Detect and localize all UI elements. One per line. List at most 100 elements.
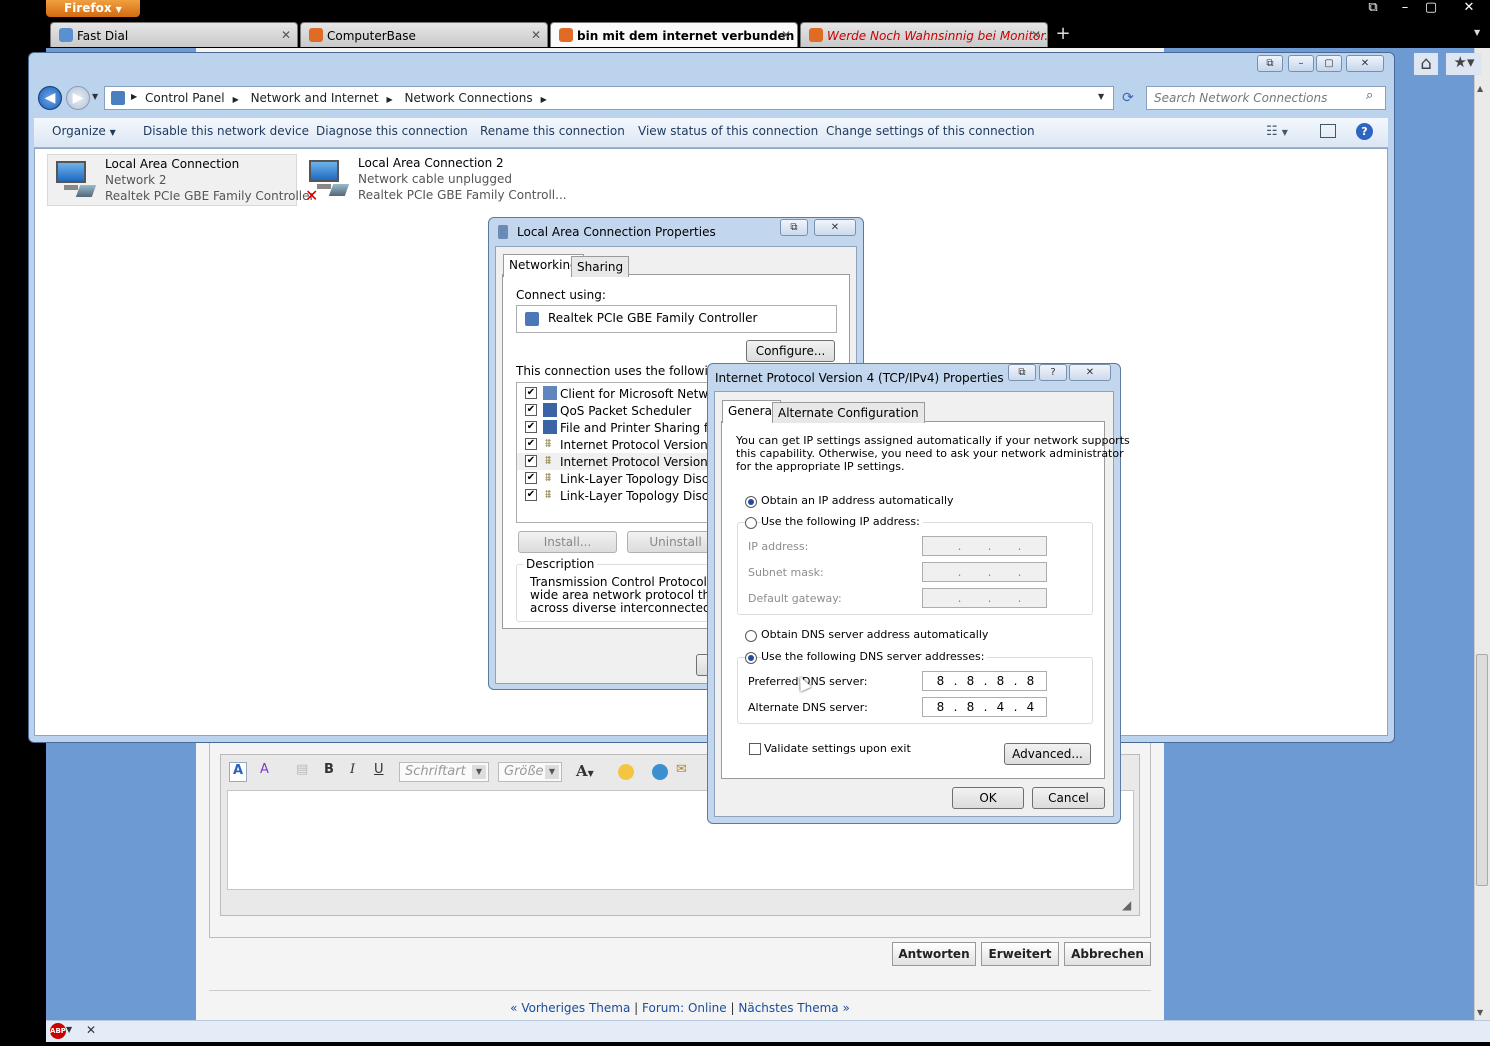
help-icon[interactable]: ? bbox=[1356, 123, 1373, 140]
item-checkbox[interactable]: ✔ bbox=[525, 455, 537, 467]
smiley-icon[interactable] bbox=[618, 764, 634, 780]
reply-button[interactable]: Antworten bbox=[892, 942, 976, 966]
close-tab-icon[interactable]: ✕ bbox=[781, 28, 791, 42]
forum-link[interactable]: Forum: Online bbox=[642, 1001, 727, 1015]
change-view-icon[interactable]: ☷ ▼ bbox=[1266, 124, 1288, 139]
obtain-dns-auto-label[interactable]: Obtain DNS server address automatically bbox=[761, 628, 988, 641]
breadcrumb-network-connections[interactable]: Network Connections bbox=[405, 91, 533, 105]
configure-button[interactable]: Configure... bbox=[746, 340, 835, 362]
change-settings-button[interactable]: Change settings of this connection bbox=[826, 124, 1035, 138]
bold-button[interactable]: B bbox=[324, 762, 334, 782]
breadcrumb-network-internet[interactable]: Network and Internet bbox=[251, 91, 379, 105]
use-following-ip-radio[interactable] bbox=[745, 517, 757, 529]
tab-sharing[interactable]: Sharing bbox=[571, 256, 630, 277]
diagnose-button[interactable]: Diagnose this connection bbox=[316, 124, 468, 138]
new-tab-button[interactable]: + bbox=[1050, 22, 1076, 47]
tab-fast-dial[interactable]: Fast Dial ✕ bbox=[50, 22, 298, 47]
ip-address-field[interactable]: ... bbox=[922, 536, 1047, 556]
scrollbar-thumb[interactable] bbox=[1476, 654, 1488, 886]
close-button[interactable]: ✕ bbox=[814, 219, 856, 236]
resize-handle-icon[interactable]: ◢ bbox=[1122, 898, 1131, 912]
validate-checkbox[interactable] bbox=[749, 743, 761, 755]
maximize-button[interactable]: ▢ bbox=[1316, 55, 1342, 72]
font-select[interactable]: Schriftart ▼ bbox=[399, 762, 489, 782]
next-thread-link[interactable]: Nächstes Thema » bbox=[738, 1001, 849, 1015]
item-checkbox[interactable]: ✔ bbox=[525, 404, 537, 416]
advanced-button[interactable]: Advanced... bbox=[1004, 743, 1091, 765]
advanced-reply-button[interactable]: Erweitert bbox=[981, 942, 1059, 966]
close-tab-icon[interactable]: ✕ bbox=[1031, 28, 1041, 42]
preview-pane-icon[interactable] bbox=[1320, 124, 1336, 138]
install-button[interactable]: Install... bbox=[518, 531, 617, 553]
use-following-dns-label[interactable]: Use the following DNS server addresses: bbox=[761, 650, 988, 663]
organize-menu[interactable]: Organize ▼ bbox=[52, 124, 116, 138]
close-button[interactable]: ✕ bbox=[1069, 364, 1111, 381]
subnet-mask-field[interactable]: ... bbox=[922, 562, 1047, 582]
home-icon[interactable]: ⌂ bbox=[1414, 53, 1438, 75]
close-window-button[interactable]: ✕ bbox=[1456, 0, 1482, 17]
tab-list-icon[interactable]: ▼ bbox=[1474, 28, 1480, 37]
recent-pages-icon[interactable]: ▼ bbox=[92, 92, 98, 101]
tab-monitor-thread[interactable]: Werde Noch Wahnsinnig bei Monitor... ✕ bbox=[800, 22, 1048, 47]
maximize-button[interactable]: ▢ bbox=[1418, 0, 1444, 17]
underline-button[interactable]: U bbox=[374, 762, 384, 782]
connection-item-lan1[interactable]: Local Area Connection Network 2 Realtek … bbox=[47, 154, 314, 206]
minimize-button[interactable]: – bbox=[1288, 55, 1314, 72]
help-icon[interactable]: ? bbox=[1039, 364, 1067, 381]
disable-device-button[interactable]: Disable this network device bbox=[143, 124, 309, 138]
ok-button[interactable]: OK bbox=[952, 787, 1024, 809]
search-icon[interactable]: ⌕ bbox=[1366, 88, 1373, 103]
item-checkbox[interactable]: ✔ bbox=[525, 472, 537, 484]
cancel-button[interactable]: Cancel bbox=[1032, 787, 1105, 809]
tab-active-thread[interactable]: bin mit dem internet verbunden ab...✕ bbox=[550, 22, 798, 47]
connection-item-lan2[interactable]: Local Area Connection 2 Network cable un… bbox=[301, 154, 567, 206]
prev-thread-link[interactable]: « Vorheriges Thema bbox=[510, 1001, 630, 1015]
item-checkbox[interactable]: ✔ bbox=[525, 438, 537, 450]
obtain-ip-auto-radio[interactable] bbox=[745, 496, 757, 508]
restore-icon[interactable]: ⧉ bbox=[1257, 55, 1283, 72]
item-checkbox[interactable]: ✔ bbox=[525, 387, 537, 399]
cancel-reply-button[interactable]: Abbrechen bbox=[1064, 942, 1151, 966]
scroll-down-icon[interactable]: ▼ bbox=[1477, 1008, 1483, 1017]
use-following-dns-radio[interactable] bbox=[745, 652, 757, 664]
paste-icon[interactable]: ▤ bbox=[296, 762, 308, 782]
item-checkbox[interactable]: ✔ bbox=[525, 489, 537, 501]
validate-label[interactable]: Validate settings upon exit bbox=[764, 742, 911, 755]
size-select[interactable]: Größe ▼ bbox=[498, 762, 562, 782]
address-history-icon[interactable]: ▼ bbox=[1098, 92, 1104, 101]
close-addon-bar-icon[interactable]: ✕ bbox=[86, 1023, 96, 1037]
breadcrumb-control-panel[interactable]: Control Panel bbox=[145, 91, 225, 105]
chevron-right-icon[interactable]: ▶ bbox=[387, 95, 393, 104]
chevron-right-icon[interactable]: ▶ bbox=[541, 95, 547, 104]
restore-icon[interactable]: ⧉ bbox=[1008, 364, 1036, 381]
scroll-up-icon[interactable]: ▲ bbox=[1477, 84, 1483, 93]
forward-button[interactable]: ▶ bbox=[66, 86, 90, 110]
address-bar[interactable]: ▶ Control Panel ▶ Network and Internet ▶ N… bbox=[104, 86, 1114, 110]
tab-alternate-configuration[interactable]: Alternate Configuration bbox=[772, 402, 925, 423]
use-following-ip-label[interactable]: Use the following IP address: bbox=[761, 515, 923, 528]
email-icon[interactable]: ✉ bbox=[676, 762, 687, 782]
italic-button[interactable]: I bbox=[350, 762, 355, 782]
view-status-button[interactable]: View status of this connection bbox=[638, 124, 818, 138]
preferred-dns-field[interactable]: 8.8.8.8 bbox=[922, 671, 1047, 691]
back-button[interactable]: ◀ bbox=[38, 86, 62, 110]
refresh-icon[interactable]: ⟳ bbox=[1117, 86, 1139, 110]
bookmarks-icon[interactable]: ★▾ bbox=[1446, 53, 1482, 75]
remove-format-icon[interactable]: A bbox=[260, 762, 269, 782]
chevron-down-icon[interactable]: ▼ bbox=[66, 1025, 72, 1034]
firefox-menu-button[interactable]: Firefox ▼ bbox=[46, 0, 140, 17]
default-gateway-field[interactable]: ... bbox=[922, 588, 1047, 608]
chevron-right-icon[interactable]: ▶ bbox=[233, 95, 239, 104]
close-tab-icon[interactable]: ✕ bbox=[531, 28, 541, 42]
item-checkbox[interactable]: ✔ bbox=[525, 421, 537, 433]
search-input[interactable]: Search Network Connections bbox=[1146, 86, 1386, 110]
restore-icon[interactable]: ⧉ bbox=[780, 219, 808, 236]
link-icon[interactable] bbox=[652, 764, 668, 780]
restore-tab-icon[interactable]: ⧉ bbox=[1360, 0, 1386, 17]
minimize-button[interactable]: – bbox=[1392, 0, 1418, 17]
adblock-plus-icon[interactable]: ABP bbox=[50, 1023, 66, 1039]
close-tab-icon[interactable]: ✕ bbox=[281, 28, 291, 42]
wysiwyg-mode-icon[interactable]: A bbox=[229, 762, 248, 782]
alternate-dns-field[interactable]: 8.8.4.4 bbox=[922, 697, 1047, 717]
font-color-button[interactable]: A▼ bbox=[576, 762, 594, 782]
